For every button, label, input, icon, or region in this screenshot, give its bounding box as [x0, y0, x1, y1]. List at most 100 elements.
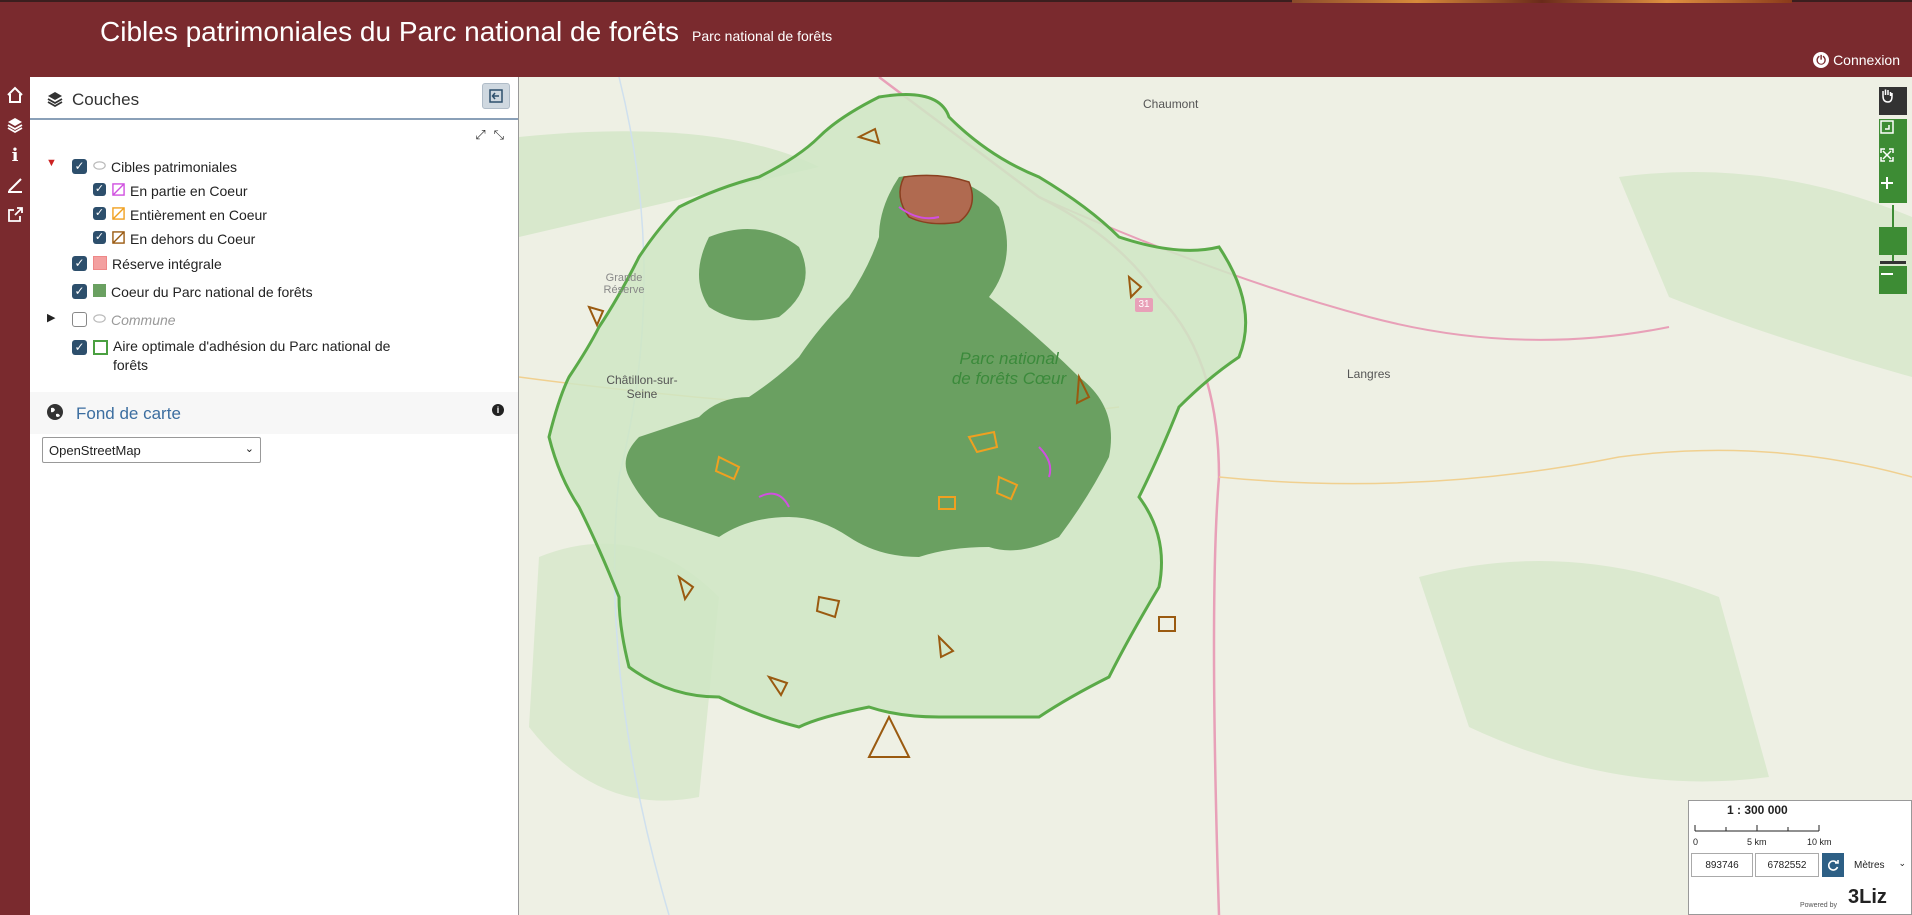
layers-button[interactable] — [0, 110, 30, 140]
refresh-icon — [1827, 860, 1839, 871]
group-icon — [93, 314, 106, 323]
layer-label: En dehors du Coeur — [130, 231, 256, 247]
map-canvas[interactable]: Chaumont Grande Réserve Châtillon-sur-Se… — [519, 77, 1912, 915]
units-select[interactable]: Mètres ⌄ — [1846, 853, 1910, 877]
layer-label: Aire optimale d'adhésion du Parc nationa… — [113, 337, 433, 375]
layer-aire-optimale[interactable]: ✓ Aire optimale d'adhésion du Parc natio… — [72, 337, 433, 375]
panel-header: Couches — [30, 77, 518, 120]
scale-ratio: 1 : 300 000 — [1727, 803, 1788, 817]
login-button[interactable]: ⏻ Connexion — [1813, 52, 1900, 68]
zoom-box-icon — [1880, 120, 1894, 134]
page-title: Cibles patrimoniales du Parc national de… — [100, 16, 679, 47]
map-label-park: Parc national de forêts Cœur — [951, 349, 1067, 388]
scale-tick-5km: 5 km — [1747, 837, 1767, 847]
home-icon — [7, 86, 23, 103]
chevron-down-icon: ⌄ — [244, 443, 254, 455]
info-icon[interactable]: i — [492, 404, 504, 416]
coeur-zone — [699, 229, 806, 321]
basemap-section-header: Fond de carte i — [30, 392, 518, 434]
layer-entierement-en-coeur[interactable]: ✓ Entièrement en Coeur — [93, 207, 267, 223]
panel-title: Couches — [72, 90, 140, 109]
info-button[interactable]: i — [0, 140, 30, 170]
map-graphics — [519, 77, 1912, 915]
page-subtitle: Parc national de forêts — [692, 28, 833, 44]
layers-panel: Couches ⤢ ⤡ ▼ ✓ Cibles patrimoniales ✓ E… — [30, 77, 519, 915]
hand-icon — [1882, 89, 1893, 103]
outline-swatch — [93, 340, 108, 355]
hatch-swatch-icon — [112, 183, 125, 196]
map-label-langres: Langres — [1347, 367, 1391, 381]
zoom-slider-handle[interactable] — [1880, 261, 1906, 264]
expand-triangle-closed-icon[interactable]: ▶ — [47, 311, 55, 324]
coordinate-y: 6782552 — [1755, 853, 1819, 877]
plus-icon — [1881, 177, 1893, 189]
info-icon: i — [11, 144, 19, 166]
layer-checkbox[interactable]: ✓ — [93, 207, 106, 220]
layer-label-line2: forêts — [113, 357, 149, 373]
reserve-integrale-zone — [899, 174, 974, 225]
layer-checkbox[interactable] — [72, 312, 87, 327]
expand-triangle-open-icon[interactable]: ▼ — [46, 157, 57, 169]
layer-en-partie-en-coeur[interactable]: ✓ En partie en Coeur — [93, 183, 248, 199]
measure-button[interactable] — [0, 170, 30, 200]
expand-collapse-tools: ⤢ ⤡ — [475, 127, 504, 143]
layer-label: En partie en Coeur — [130, 183, 248, 199]
zoom-extent-button[interactable] — [1879, 147, 1907, 175]
layer-en-dehors-du-coeur[interactable]: ✓ En dehors du Coeur — [93, 231, 255, 247]
layer-checkbox[interactable]: ✓ — [72, 256, 87, 271]
layer-checkbox[interactable]: ✓ — [72, 159, 87, 174]
layer-label: Coeur du Parc national de forêts — [111, 284, 313, 300]
scale-tick-0: 0 — [1693, 837, 1699, 847]
layer-label: Cibles patrimoniales — [111, 159, 238, 175]
layer-checkbox[interactable]: ✓ — [72, 340, 87, 355]
left-toolbar: i — [0, 77, 30, 915]
units-value: Mètres — [1854, 859, 1885, 871]
layer-coeur-du-parc[interactable]: ✓ Coeur du Parc national de forêts — [72, 284, 313, 300]
basemap-select[interactable]: OpenStreetMap ⌄ — [42, 437, 261, 463]
fill-swatch — [93, 284, 106, 297]
login-label: Connexion — [1833, 52, 1900, 68]
home-button[interactable] — [0, 80, 30, 110]
header: Cibles patrimoniales du Parc national de… — [0, 0, 1912, 77]
hatch-swatch-icon — [112, 231, 125, 244]
power-icon: ⏻ — [1813, 52, 1830, 68]
layer-label: Entièrement en Coeur — [130, 207, 267, 223]
hatch-swatch-icon — [112, 207, 125, 220]
collapse-all-icon[interactable]: ⤡ — [494, 127, 504, 143]
coordinate-x: 893746 — [1691, 853, 1753, 877]
refresh-coordinates-button[interactable] — [1822, 853, 1844, 877]
share-icon — [8, 207, 23, 222]
zoom-level-spacer — [1879, 227, 1907, 255]
basemap-select-value: OpenStreetMap — [49, 442, 141, 458]
layer-cibles-patrimoniales[interactable]: ✓ Cibles patrimoniales — [72, 159, 237, 175]
layer-checkbox[interactable]: ✓ — [93, 183, 106, 196]
group-icon — [93, 161, 106, 170]
map-road-shield: 31 — [1135, 298, 1153, 312]
layer-label-line1: Aire optimale d'adhésion du Parc nationa… — [113, 338, 391, 354]
zoom-out-button[interactable] — [1879, 266, 1907, 294]
layer-label: Commune — [111, 312, 176, 328]
arrow-left-icon — [489, 89, 503, 103]
globe-icon — [47, 404, 63, 420]
3liz-logo[interactable]: 3Liz — [1848, 886, 1887, 909]
layer-label: Réserve intégrale — [112, 256, 222, 272]
minus-icon — [1881, 273, 1893, 275]
layer-checkbox[interactable]: ✓ — [93, 231, 106, 244]
layers-icon — [7, 118, 23, 134]
pan-button[interactable] — [1879, 87, 1907, 115]
expand-all-icon[interactable]: ⤢ — [475, 127, 485, 143]
layer-checkbox[interactable]: ✓ — [72, 284, 87, 299]
layer-reserve-integrale[interactable]: ✓ Réserve intégrale — [72, 256, 222, 272]
zoom-in-button[interactable] — [1879, 175, 1907, 203]
layer-commune[interactable]: Commune — [72, 312, 176, 328]
collapse-panel-button[interactable] — [482, 83, 510, 109]
map-label-grande-reserve: Grande Réserve — [603, 272, 645, 296]
share-button[interactable] — [0, 200, 30, 230]
map-label-chatillon: Châtillon-sur-Seine — [606, 373, 678, 401]
scale-bar — [1694, 825, 1820, 832]
layers-icon — [47, 92, 63, 108]
fill-swatch — [93, 256, 107, 270]
map-label-chaumont: Chaumont — [1143, 97, 1199, 111]
zoom-box-button[interactable] — [1879, 119, 1907, 147]
chevron-down-icon: ⌄ — [1898, 858, 1906, 868]
